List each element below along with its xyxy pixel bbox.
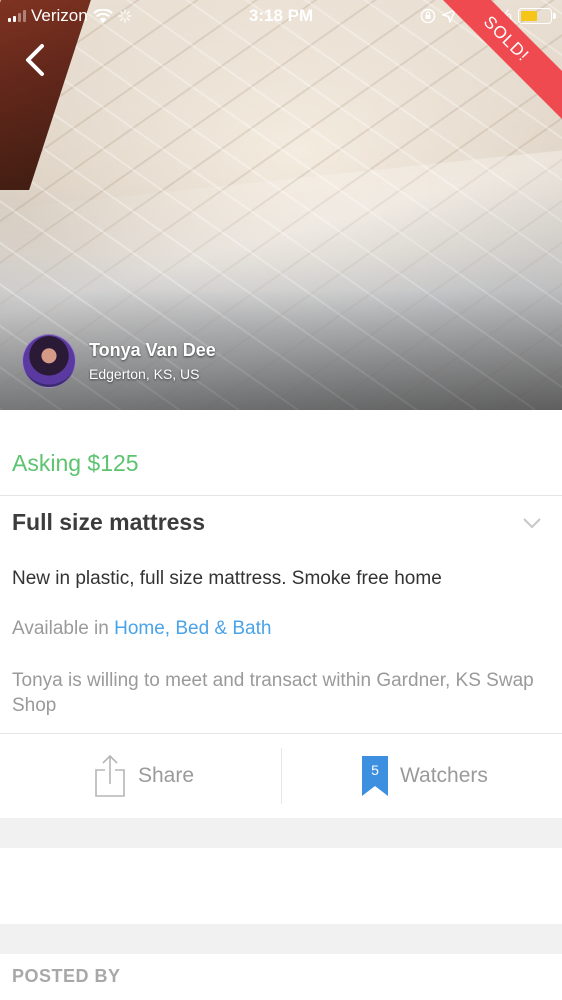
- watchers-count: 5: [371, 762, 379, 778]
- chevron-left-icon: [26, 44, 44, 76]
- category-link[interactable]: Home, Bed & Bath: [114, 618, 271, 639]
- seller-overlay[interactable]: Tonya Van Dee Edgerton, KS, US: [22, 334, 216, 388]
- available-prefix: Available in: [12, 618, 109, 639]
- avatar[interactable]: [22, 334, 76, 388]
- bookmark-icon: 5: [362, 756, 388, 796]
- chevron-down-icon: [523, 518, 541, 529]
- posted-by-header: POSTED BY: [12, 966, 121, 986]
- share-icon: [95, 754, 125, 797]
- divider: [0, 495, 562, 496]
- expand-button[interactable]: [522, 516, 542, 530]
- share-label: Share: [138, 764, 195, 787]
- meet-info: Tonya is willing to meet and transact wi…: [12, 670, 534, 716]
- share-button[interactable]: Share: [94, 734, 194, 818]
- section-spacer: [0, 818, 562, 848]
- section-spacer: [0, 924, 562, 954]
- action-bar: Share 5 Watchers: [0, 733, 562, 817]
- listing-description: New in plastic, full size mattress. Smok…: [12, 568, 442, 589]
- back-button[interactable]: [20, 42, 54, 78]
- battery-icon: [518, 8, 556, 24]
- seller-location: Edgerton, KS, US: [89, 366, 200, 382]
- seller-info: Tonya Van Dee Edgerton, KS, US: [89, 340, 216, 382]
- price-label: Asking $125: [12, 450, 139, 476]
- listing-title: Full size mattress: [12, 509, 206, 535]
- orientation-lock-icon: [420, 8, 436, 24]
- action-separator: [281, 748, 282, 804]
- watchers-label: Watchers: [400, 764, 488, 787]
- seller-name[interactable]: Tonya Van Dee: [89, 340, 216, 361]
- watchers-button[interactable]: 5 Watchers: [362, 734, 488, 818]
- available-in-line: Available in Home, Bed & Bath: [12, 618, 271, 640]
